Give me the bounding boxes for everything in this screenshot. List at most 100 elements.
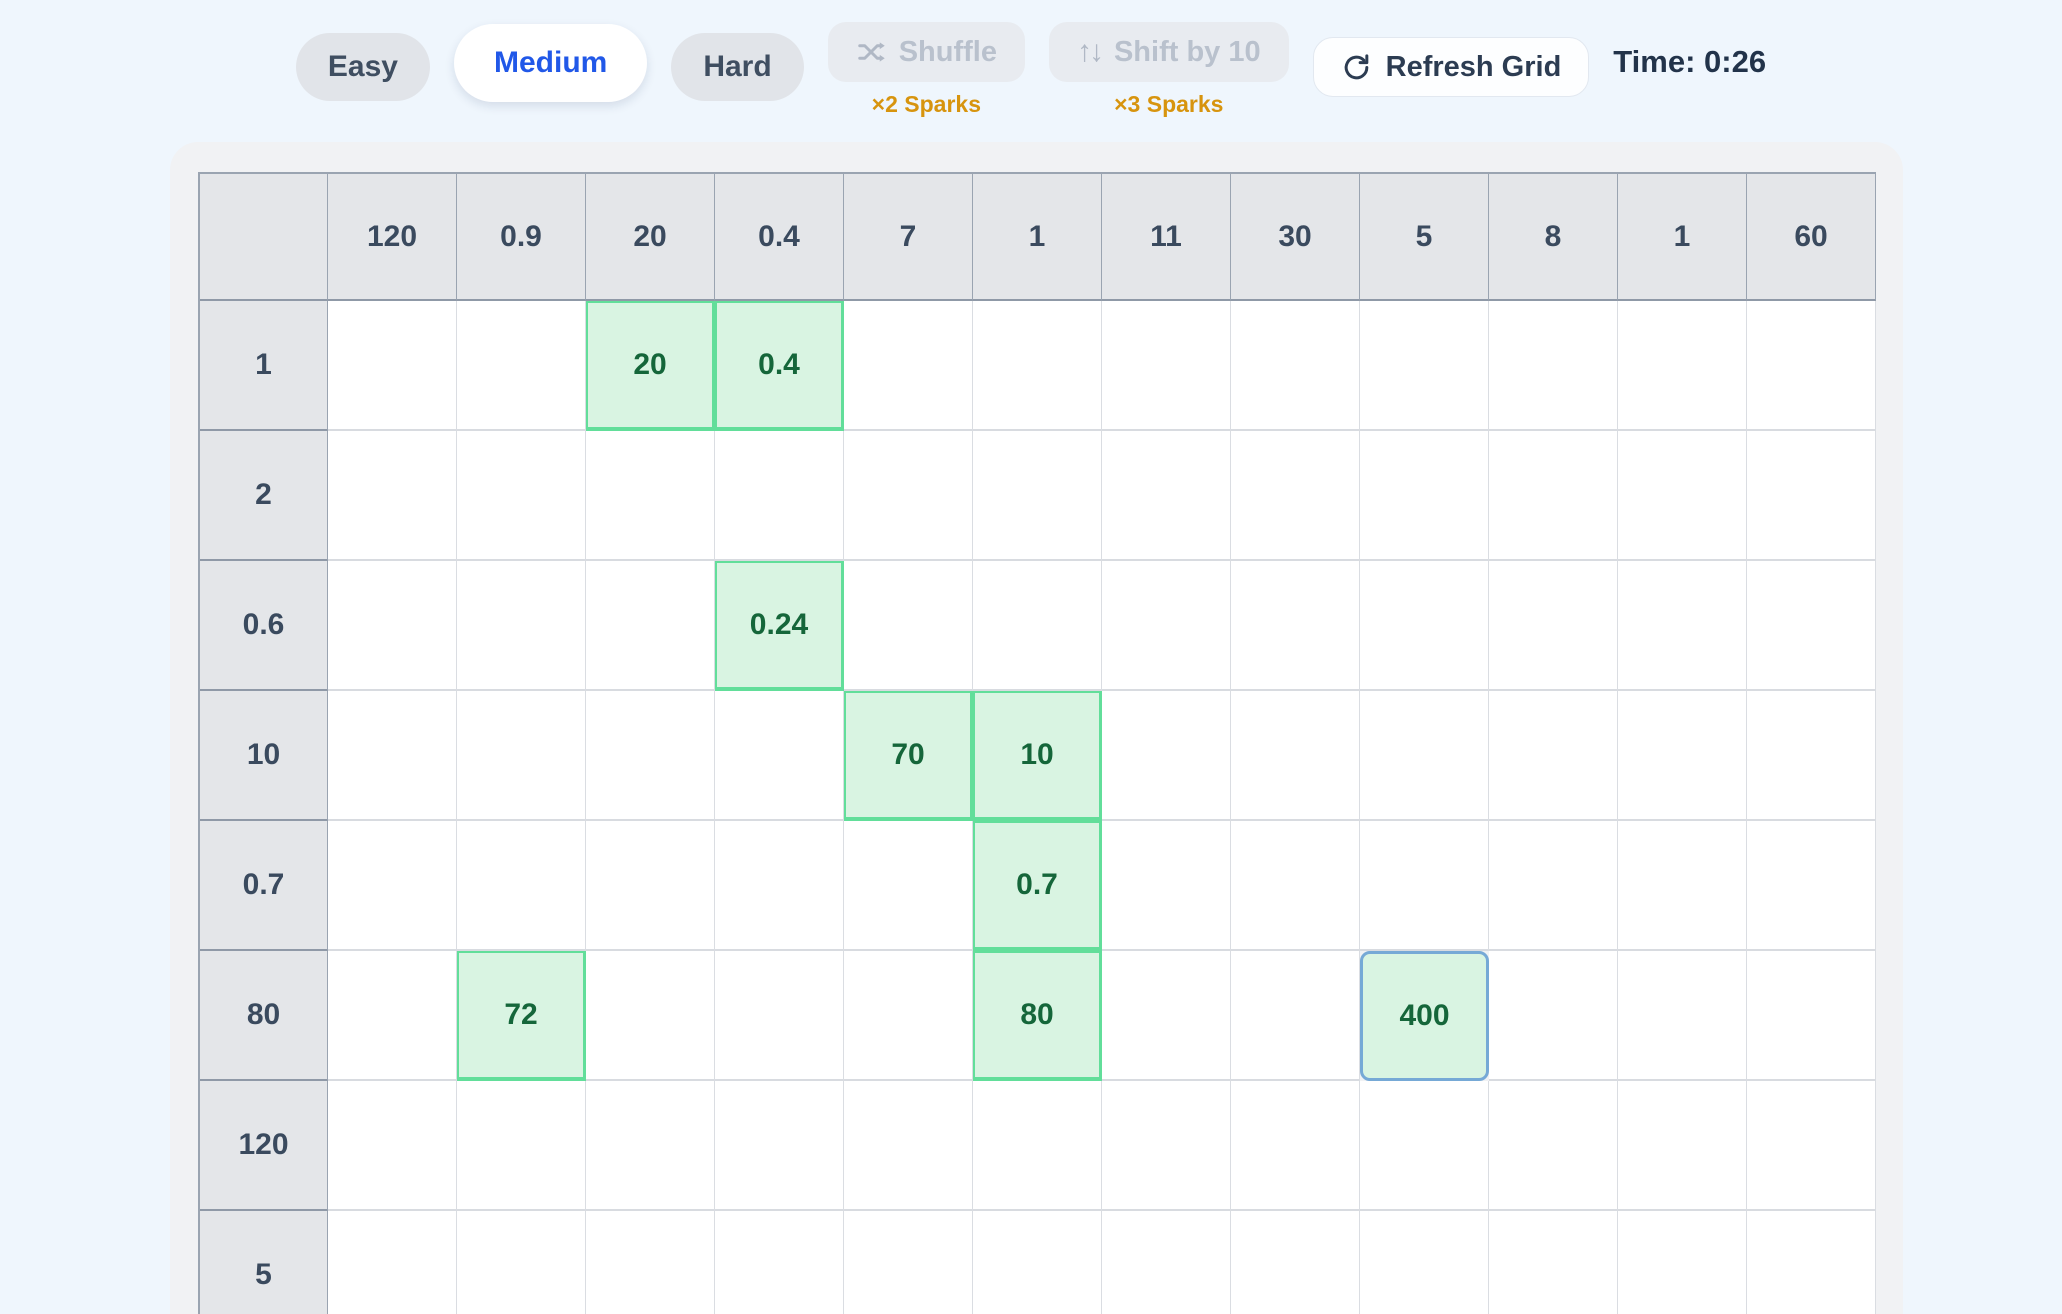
filled-cell[interactable]: 0.4 bbox=[715, 301, 844, 431]
grid-cell[interactable] bbox=[715, 951, 844, 1081]
grid-cell[interactable] bbox=[1102, 1211, 1231, 1314]
grid-cell[interactable] bbox=[328, 431, 457, 561]
grid-cell[interactable] bbox=[457, 431, 586, 561]
grid-cell[interactable] bbox=[715, 821, 844, 951]
grid-cell[interactable] bbox=[1360, 821, 1489, 951]
difficulty-medium-button[interactable]: Medium bbox=[454, 24, 647, 102]
shuffle-button[interactable]: Shuffle bbox=[828, 22, 1025, 82]
grid-cell[interactable] bbox=[457, 561, 586, 691]
grid-cell[interactable] bbox=[1231, 301, 1360, 431]
grid-cell[interactable] bbox=[1231, 1211, 1360, 1314]
grid-cell[interactable] bbox=[1360, 1081, 1489, 1211]
grid-cell[interactable] bbox=[1618, 431, 1747, 561]
difficulty-easy-button[interactable]: Easy bbox=[296, 33, 430, 101]
grid-cell[interactable] bbox=[1747, 821, 1876, 951]
refresh-grid-button[interactable]: Refresh Grid bbox=[1313, 37, 1590, 97]
grid-cell[interactable] bbox=[1360, 691, 1489, 821]
filled-cell[interactable]: 20 bbox=[586, 301, 715, 431]
grid-cell[interactable] bbox=[586, 691, 715, 821]
grid-cell[interactable] bbox=[328, 691, 457, 821]
grid-cell[interactable] bbox=[586, 431, 715, 561]
grid-cell[interactable] bbox=[1489, 1081, 1618, 1211]
grid-cell[interactable] bbox=[1618, 301, 1747, 431]
grid-cell[interactable] bbox=[328, 1081, 457, 1211]
grid-cell[interactable] bbox=[1360, 561, 1489, 691]
grid-cell[interactable] bbox=[586, 561, 715, 691]
grid-cell[interactable] bbox=[1102, 1081, 1231, 1211]
grid-cell[interactable] bbox=[1231, 821, 1360, 951]
filled-cell[interactable]: 0.24 bbox=[715, 561, 844, 691]
grid-cell[interactable] bbox=[1747, 431, 1876, 561]
grid-cell[interactable] bbox=[328, 821, 457, 951]
grid-cell[interactable] bbox=[844, 431, 973, 561]
grid-cell[interactable] bbox=[715, 431, 844, 561]
grid-cell[interactable] bbox=[1747, 691, 1876, 821]
grid-cell[interactable] bbox=[973, 1081, 1102, 1211]
grid-cell[interactable] bbox=[1489, 691, 1618, 821]
grid-cell[interactable] bbox=[1102, 561, 1231, 691]
shift-by-10-button[interactable]: ↑↓ Shift by 10 bbox=[1049, 22, 1289, 82]
grid-cell[interactable] bbox=[1747, 301, 1876, 431]
grid-cell[interactable] bbox=[1489, 1211, 1618, 1314]
grid-cell[interactable] bbox=[1102, 431, 1231, 561]
grid-cell[interactable] bbox=[457, 1211, 586, 1314]
grid-cell[interactable] bbox=[1102, 691, 1231, 821]
grid-cell[interactable] bbox=[586, 821, 715, 951]
grid-cell[interactable] bbox=[1489, 951, 1618, 1081]
grid-cell[interactable] bbox=[457, 1081, 586, 1211]
grid-cell[interactable] bbox=[973, 1211, 1102, 1314]
grid-cell[interactable] bbox=[1747, 951, 1876, 1081]
grid-cell[interactable] bbox=[844, 951, 973, 1081]
grid-cell[interactable] bbox=[1231, 1081, 1360, 1211]
grid-cell[interactable] bbox=[1618, 561, 1747, 691]
grid-cell[interactable] bbox=[1747, 1081, 1876, 1211]
grid-cell[interactable] bbox=[1102, 301, 1231, 431]
grid-cell[interactable] bbox=[844, 1081, 973, 1211]
grid-cell[interactable] bbox=[715, 691, 844, 821]
grid-cell[interactable] bbox=[328, 1211, 457, 1314]
grid-cell[interactable] bbox=[844, 301, 973, 431]
grid-cell[interactable] bbox=[1231, 951, 1360, 1081]
filled-cell[interactable]: 10 bbox=[973, 691, 1102, 821]
grid-cell[interactable] bbox=[1489, 821, 1618, 951]
grid-cell[interactable] bbox=[844, 1211, 973, 1314]
grid-cell[interactable] bbox=[457, 691, 586, 821]
grid-cell[interactable] bbox=[1102, 821, 1231, 951]
filled-cell[interactable]: 80 bbox=[973, 951, 1102, 1081]
grid-cell[interactable] bbox=[328, 561, 457, 691]
difficulty-hard-button[interactable]: Hard bbox=[671, 33, 803, 101]
grid-cell[interactable] bbox=[1489, 561, 1618, 691]
grid-cell[interactable] bbox=[586, 1081, 715, 1211]
grid-cell[interactable] bbox=[973, 431, 1102, 561]
selected-cell[interactable]: 400 bbox=[1360, 951, 1489, 1081]
grid-cell[interactable] bbox=[1618, 821, 1747, 951]
grid-cell[interactable] bbox=[1102, 951, 1231, 1081]
grid-cell[interactable] bbox=[1618, 1211, 1747, 1314]
grid-cell[interactable] bbox=[715, 1211, 844, 1314]
filled-cell[interactable]: 0.7 bbox=[973, 821, 1102, 951]
grid-cell[interactable] bbox=[1360, 301, 1489, 431]
grid-cell[interactable] bbox=[1747, 1211, 1876, 1314]
grid-cell[interactable] bbox=[844, 561, 973, 691]
grid-cell[interactable] bbox=[328, 301, 457, 431]
filled-cell[interactable]: 70 bbox=[844, 691, 973, 821]
grid-cell[interactable] bbox=[1618, 691, 1747, 821]
grid-cell[interactable] bbox=[1618, 1081, 1747, 1211]
grid-cell[interactable] bbox=[973, 561, 1102, 691]
grid-cell[interactable] bbox=[1231, 431, 1360, 561]
grid-cell[interactable] bbox=[715, 1081, 844, 1211]
grid-cell[interactable] bbox=[457, 301, 586, 431]
grid-cell[interactable] bbox=[844, 821, 973, 951]
grid-cell[interactable] bbox=[586, 1211, 715, 1314]
grid-cell[interactable] bbox=[586, 951, 715, 1081]
grid-cell[interactable] bbox=[1360, 1211, 1489, 1314]
grid-cell[interactable] bbox=[973, 301, 1102, 431]
grid-cell[interactable] bbox=[457, 821, 586, 951]
grid-cell[interactable] bbox=[1231, 561, 1360, 691]
grid-cell[interactable] bbox=[328, 951, 457, 1081]
filled-cell[interactable]: 72 bbox=[457, 951, 586, 1081]
grid-cell[interactable] bbox=[1747, 561, 1876, 691]
grid-cell[interactable] bbox=[1618, 951, 1747, 1081]
grid-cell[interactable] bbox=[1489, 431, 1618, 561]
grid-cell[interactable] bbox=[1231, 691, 1360, 821]
